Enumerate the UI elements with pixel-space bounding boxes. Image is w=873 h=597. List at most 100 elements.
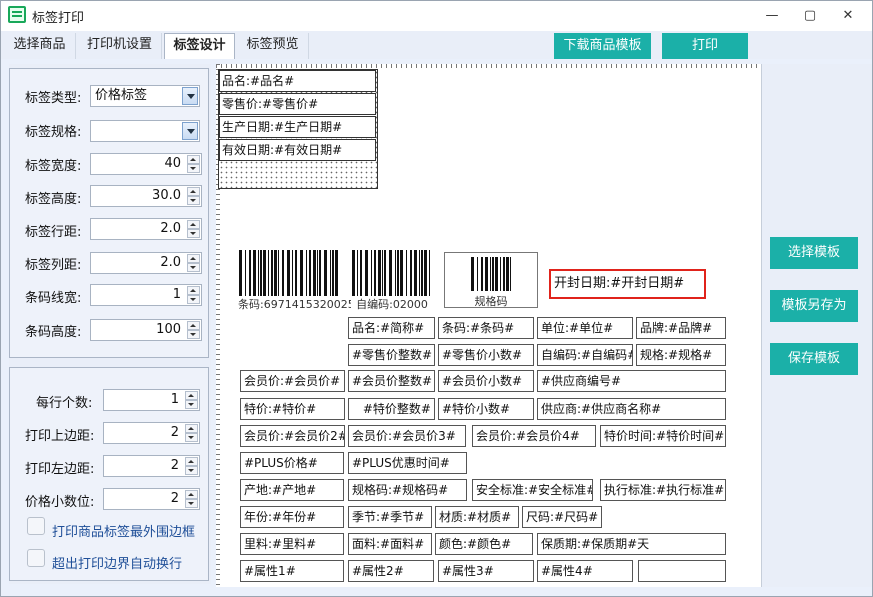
label-field[interactable]: 颜色:#颜色#	[435, 533, 533, 555]
label-field[interactable]: 规格码:#规格码#	[348, 479, 467, 501]
increment-icon[interactable]	[185, 457, 198, 466]
print-button[interactable]: 打印	[662, 33, 748, 59]
label-field[interactable]: 自编码:#自编码#	[537, 344, 633, 366]
decrement-icon[interactable]	[187, 164, 200, 173]
decrement-icon[interactable]	[187, 263, 200, 272]
left-margin-stepper[interactable]: 2	[103, 455, 200, 477]
print-border-checkbox[interactable]	[27, 517, 45, 535]
label-field[interactable]: 品牌:#品牌#	[636, 317, 726, 339]
tab-printer-settings[interactable]: 打印机设置	[78, 33, 162, 59]
tab-select-product[interactable]: 选择商品	[4, 33, 76, 59]
increment-icon[interactable]	[187, 187, 200, 196]
print-border-label[interactable]: 打印商品标签最外围边框	[52, 521, 195, 540]
label-field[interactable]: #属性2#	[348, 560, 434, 582]
label-field[interactable]: #特价小数#	[438, 398, 534, 420]
label-field[interactable]: 里料:#里料#	[240, 533, 344, 555]
label-field[interactable]: 面料:#面料#	[348, 533, 432, 555]
label-field[interactable]: #会员价整数#	[348, 370, 435, 392]
label-width-stepper[interactable]: 40	[90, 153, 202, 175]
label-field[interactable]: #属性1#	[240, 560, 344, 582]
increment-icon[interactable]	[185, 490, 198, 499]
increment-icon[interactable]	[187, 321, 200, 330]
label-field[interactable]: 供应商:#供应商名称#	[537, 398, 726, 420]
preview-field[interactable]: 品名:#品名#	[219, 70, 376, 92]
tab-label-preview[interactable]: 标签预览	[237, 33, 309, 59]
label-field[interactable]: 会员价:#会员价4#	[472, 425, 596, 447]
decrement-icon[interactable]	[187, 330, 200, 339]
increment-icon[interactable]	[185, 391, 198, 400]
barcode-field-main[interactable]: 条码:6971415320025	[238, 250, 355, 311]
decrement-icon[interactable]	[185, 499, 198, 508]
label-field[interactable]: 规格:#规格#	[636, 344, 726, 366]
label-field[interactable]: 会员价:#会员价3#	[348, 425, 466, 447]
save-template-button[interactable]: 保存模板	[770, 343, 858, 375]
label-field[interactable]: #零售价整数#	[348, 344, 435, 366]
barcode-linewidth-stepper[interactable]: 1	[90, 284, 202, 306]
design-canvas[interactable]: 品名:#品名# 零售价:#零售价# 生产日期:#生产日期# 有效日期:#有效日期…	[216, 64, 761, 587]
label-field[interactable]: #会员价小数#	[438, 370, 534, 392]
chevron-down-icon[interactable]	[182, 87, 198, 105]
label-field[interactable]: #PLUS价格#	[240, 452, 344, 474]
label-field[interactable]: 产地:#产地#	[240, 479, 344, 501]
decrement-icon[interactable]	[185, 466, 198, 475]
row-gap-stepper[interactable]: 2.0	[90, 218, 202, 240]
save-template-as-button[interactable]: 模板另存为	[770, 290, 858, 322]
top-margin-stepper[interactable]: 2	[103, 422, 200, 444]
select-template-button[interactable]: 选择模板	[770, 237, 858, 269]
column-gap-stepper[interactable]: 2.0	[90, 252, 202, 274]
label-field[interactable]: 保质期:#保质期#天	[537, 533, 726, 555]
label-field[interactable]: 季节:#季节#	[348, 506, 432, 528]
per-row-stepper[interactable]: 1	[103, 389, 200, 411]
label-field[interactable]: 尺码:#尺码#	[522, 506, 602, 528]
label-field-empty[interactable]	[638, 560, 726, 582]
label-field[interactable]: 条码:#条码#	[438, 317, 534, 339]
left-margin-label: 打印左边距:	[25, 462, 95, 477]
maximize-button[interactable]: ▢	[795, 5, 825, 27]
label-height-stepper[interactable]: 30.0	[90, 185, 202, 207]
label-field[interactable]: #供应商编号#	[537, 370, 726, 392]
label-field[interactable]: 单位:#单位#	[537, 317, 633, 339]
auto-wrap-checkbox[interactable]	[27, 549, 45, 567]
selected-field-open-date[interactable]: 开封日期:#开封日期#	[549, 269, 706, 299]
label-type-select[interactable]: 价格标签	[90, 85, 200, 107]
label-field[interactable]: 材质:#材质#	[435, 506, 519, 528]
price-decimals-stepper[interactable]: 2	[103, 488, 200, 510]
label-field[interactable]: 特价时间:#特价时间#	[600, 425, 726, 447]
label-field[interactable]: #属性4#	[537, 560, 633, 582]
preview-field[interactable]: 有效日期:#有效日期#	[219, 139, 376, 161]
preview-field[interactable]: 生产日期:#生产日期#	[219, 116, 376, 138]
decrement-icon[interactable]	[187, 229, 200, 238]
label-field[interactable]: #属性3#	[438, 560, 534, 582]
preview-field[interactable]: 零售价:#零售价#	[219, 93, 376, 115]
tab-label-design[interactable]: 标签设计	[164, 33, 235, 59]
decrement-icon[interactable]	[185, 433, 198, 442]
label-field[interactable]: 安全标准:#安全标准#	[472, 479, 593, 501]
label-field[interactable]: 执行标准:#执行标准#	[600, 479, 726, 501]
decrement-icon[interactable]	[187, 196, 200, 205]
minimize-button[interactable]: —	[757, 5, 787, 27]
increment-icon[interactable]	[187, 220, 200, 229]
download-template-button[interactable]: 下载商品模板	[554, 33, 651, 59]
auto-wrap-label[interactable]: 超出打印边界自动换行	[52, 553, 182, 572]
label-field[interactable]: #PLUS优惠时间#	[348, 452, 467, 474]
increment-icon[interactable]	[187, 155, 200, 164]
barcode-field-selfcode[interactable]: 自编码:02000	[351, 250, 433, 311]
label-field[interactable]: 会员价:#会员价#	[240, 370, 345, 392]
decrement-icon[interactable]	[185, 400, 198, 409]
increment-icon[interactable]	[185, 424, 198, 433]
label-field[interactable]: 特价:#特价#	[240, 398, 345, 420]
label-width-label: 标签宽度:	[25, 159, 82, 174]
label-field[interactable]: #零售价小数#	[438, 344, 534, 366]
chevron-down-icon[interactable]	[182, 122, 198, 140]
label-field[interactable]: #特价整数#	[348, 398, 435, 420]
label-field[interactable]: 会员价:#会员价2#	[240, 425, 345, 447]
close-button[interactable]: ✕	[833, 5, 863, 27]
decrement-icon[interactable]	[187, 295, 200, 304]
label-field[interactable]: 品名:#简称#	[348, 317, 435, 339]
barcode-field-speccode[interactable]: 规格码	[444, 252, 538, 308]
label-spec-select[interactable]	[90, 120, 200, 142]
barcode-height-stepper[interactable]: 100	[90, 319, 202, 341]
increment-icon[interactable]	[187, 254, 200, 263]
label-field[interactable]: 年份:#年份#	[240, 506, 344, 528]
increment-icon[interactable]	[187, 286, 200, 295]
